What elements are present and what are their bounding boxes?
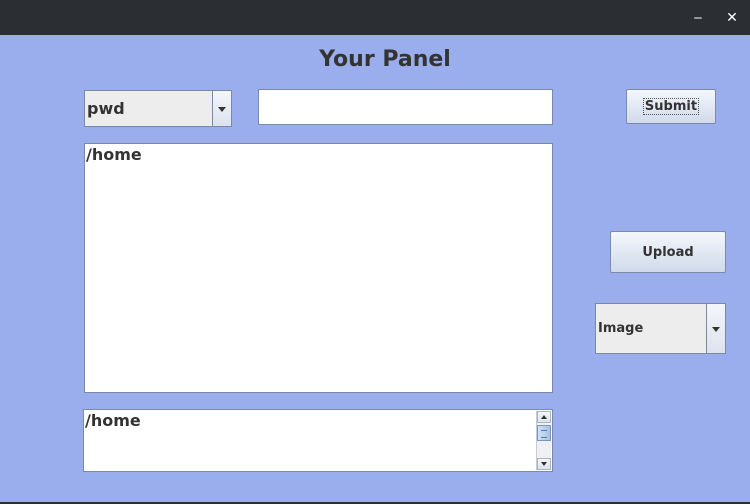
upload-button[interactable]: Upload [610,231,726,273]
file-type-select-value: Image [598,321,644,336]
vertical-scrollbar[interactable] [536,411,551,470]
file-type-select[interactable]: Image [595,303,726,354]
submit-button-label: Submit [642,98,700,115]
upload-button-label: Upload [642,244,694,260]
output-textarea[interactable]: /home [84,143,553,393]
window-titlebar: ‒ ✕ [0,0,750,35]
chevron-down-icon[interactable] [706,304,725,353]
output-text: /home [86,145,142,164]
command-input[interactable] [258,89,553,125]
chevron-down-icon[interactable] [212,91,231,126]
panel-title: Your Panel [319,47,451,72]
minimize-icon[interactable]: ‒ [688,8,708,28]
path-textarea[interactable]: /home [83,409,553,472]
close-icon[interactable]: ✕ [722,8,742,28]
scroll-thumb[interactable] [537,425,551,441]
scroll-down-icon[interactable] [537,458,551,470]
command-select-value: pwd [87,99,125,118]
command-select[interactable]: pwd [84,90,232,127]
main-panel: Your Panel pwd Submit /home Upload Image… [0,35,750,502]
scroll-up-icon[interactable] [537,411,551,423]
path-text: /home [85,411,141,430]
submit-button[interactable]: Submit [626,89,716,124]
